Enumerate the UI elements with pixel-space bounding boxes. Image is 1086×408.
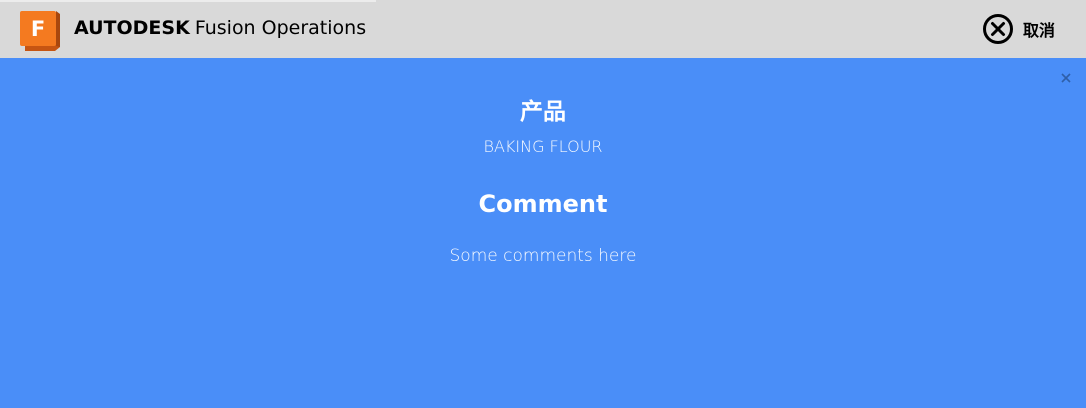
app-header: F AUTODESK Fusion Operations 取消: [0, 0, 1086, 58]
fusion-logo-icon: F: [20, 11, 60, 51]
comment-heading: Comment: [478, 190, 608, 218]
product-value: BAKING FLOUR: [483, 137, 603, 156]
circle-close-icon: [983, 14, 1013, 44]
header-divider: [0, 0, 376, 2]
brand-primary: AUTODESK: [74, 17, 190, 39]
logo-letter: F: [31, 17, 45, 41]
app-brand-name: AUTODESK Fusion Operations: [74, 15, 366, 41]
comment-value: Some comments here: [449, 246, 637, 266]
cancel-button[interactable]: 取消: [982, 12, 1055, 46]
close-icon[interactable]: [1060, 72, 1072, 84]
product-heading: 产品: [520, 99, 566, 125]
brand-secondary: Fusion Operations: [194, 17, 367, 39]
detail-panel: 产品 BAKING FLOUR Comment Some comments he…: [0, 58, 1086, 408]
cancel-label: 取消: [1023, 21, 1056, 40]
